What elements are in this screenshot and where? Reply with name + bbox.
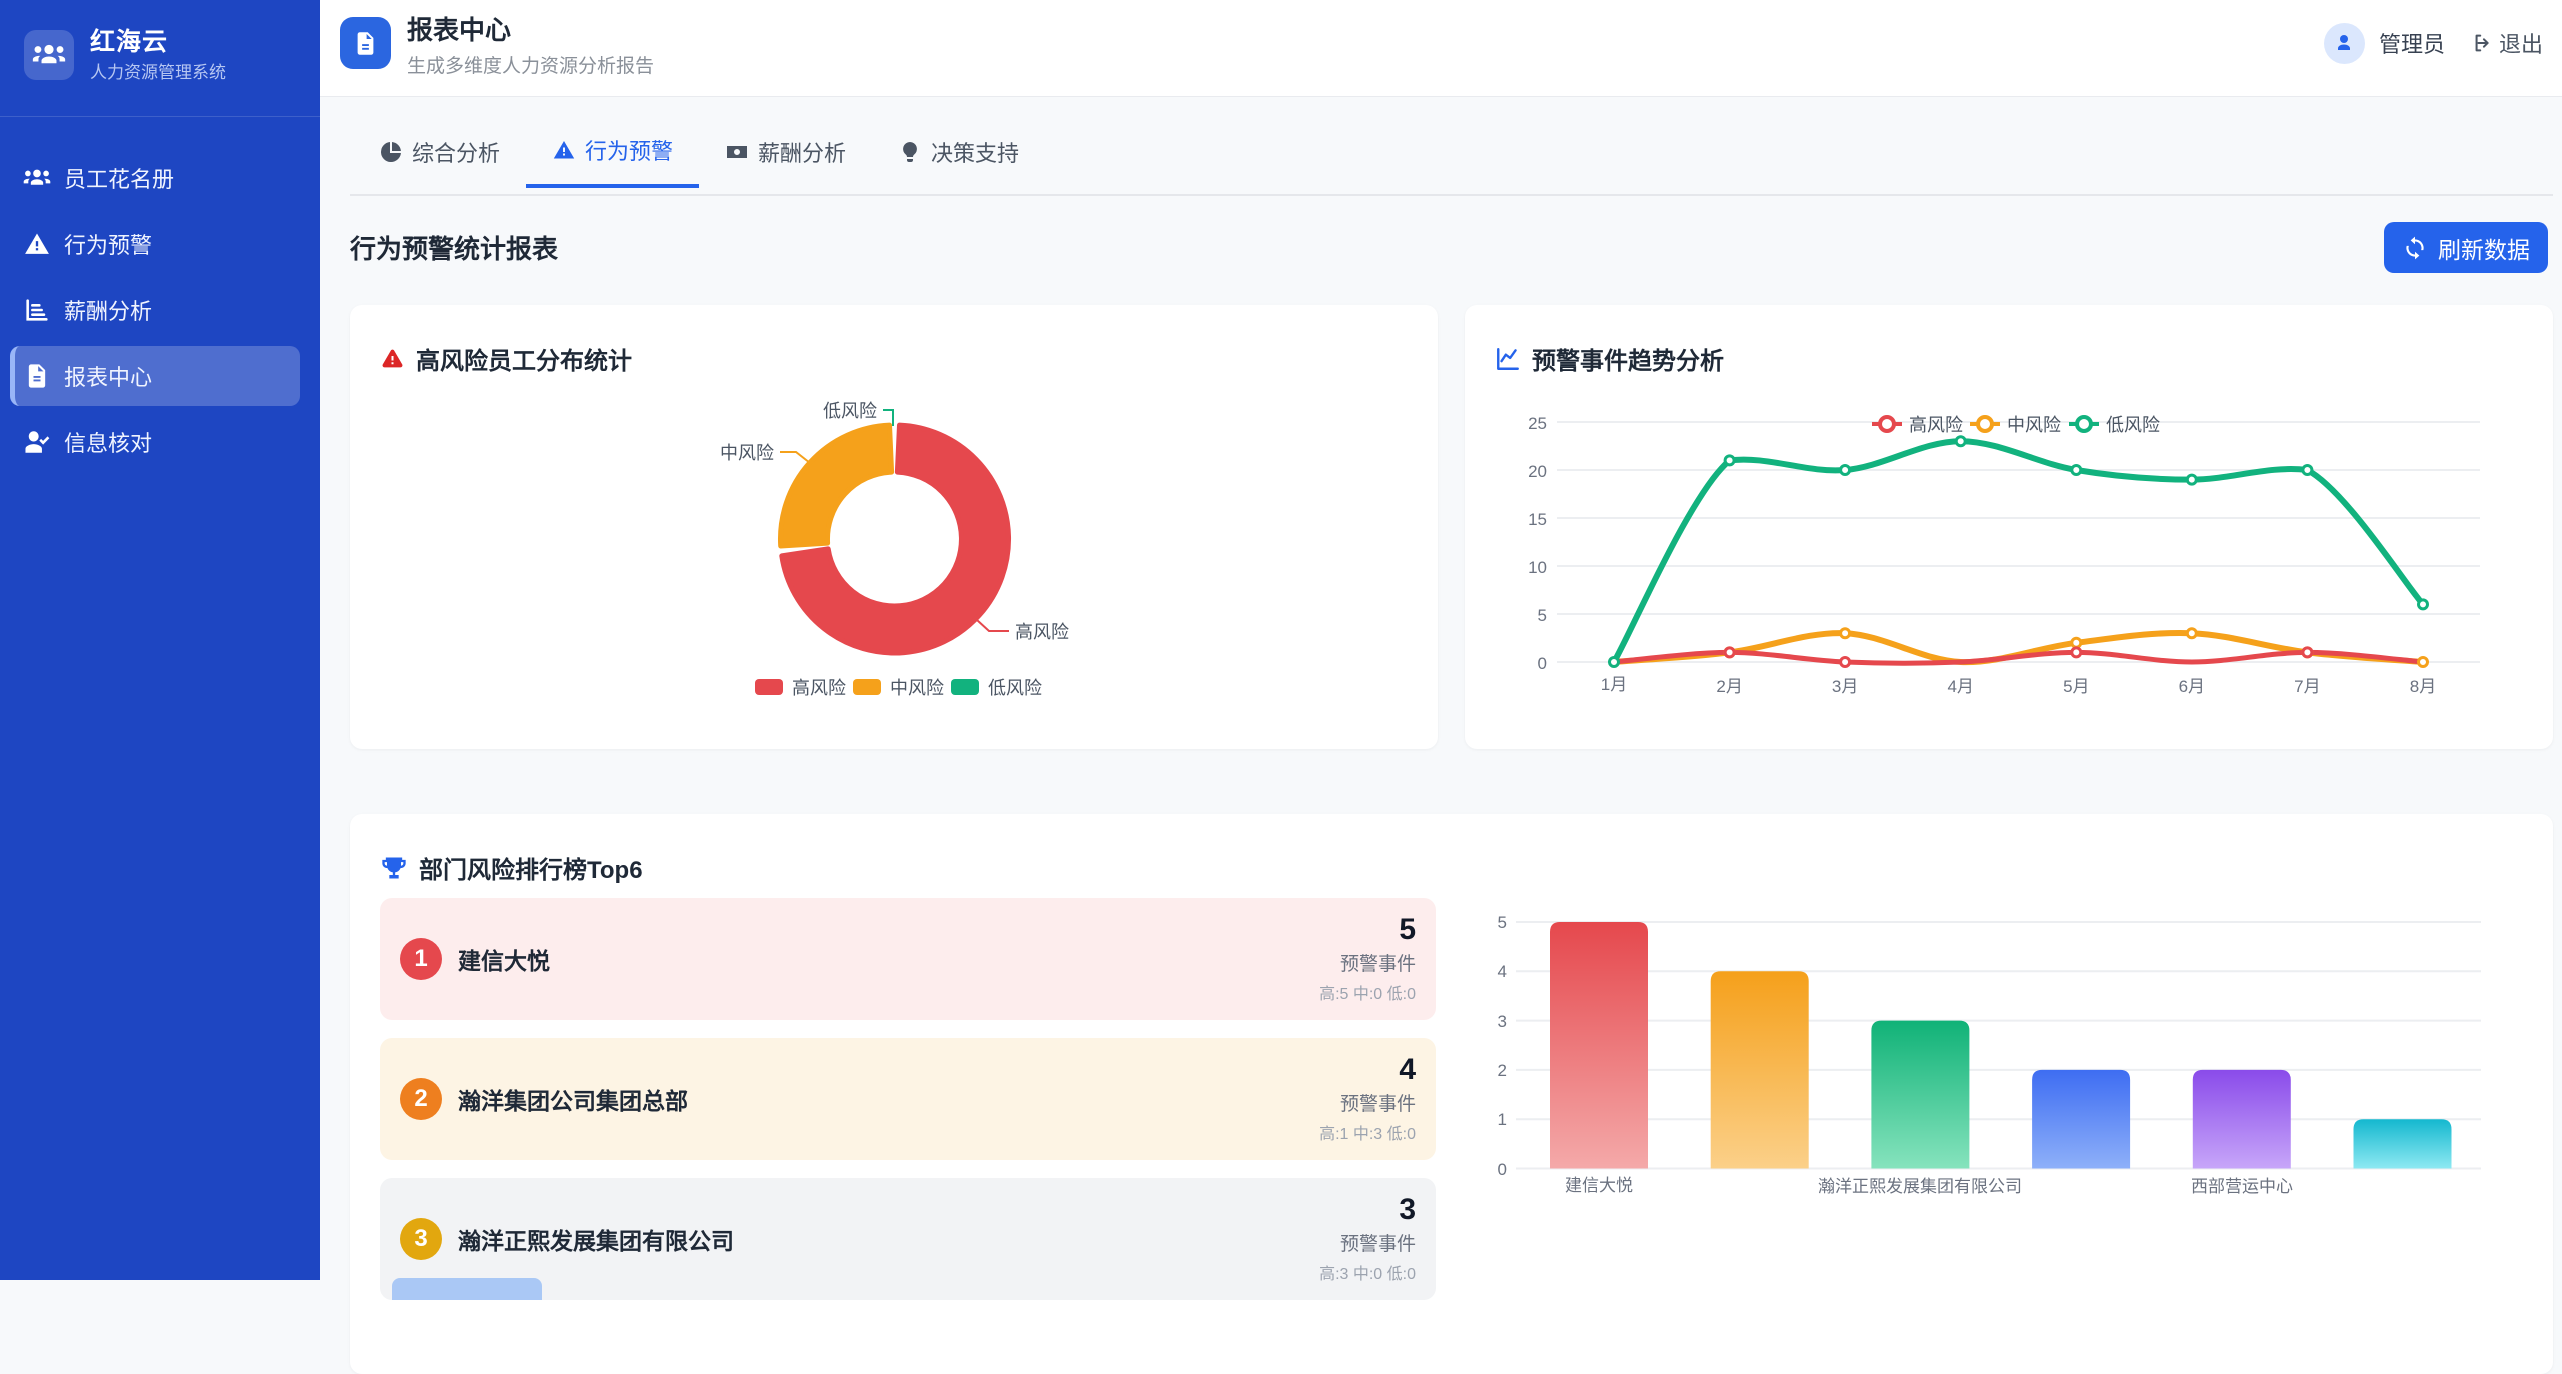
svg-text:5月: 5月 — [2063, 677, 2089, 696]
svg-text:6月: 6月 — [2179, 677, 2205, 696]
svg-text:西部营运中心: 西部营运中心 — [2191, 1177, 2293, 1196]
svg-text:1: 1 — [1498, 1110, 1507, 1129]
svg-text:15: 15 — [1528, 510, 1547, 529]
svg-text:7月: 7月 — [2294, 677, 2320, 696]
svg-text:高风险: 高风险 — [1909, 415, 1963, 435]
svg-text:低风险: 低风险 — [2106, 415, 2160, 435]
svg-text:5: 5 — [1498, 913, 1507, 932]
svg-text:瀚洋正熙发展集团有限公司: 瀚洋正熙发展集团有限公司 — [1818, 1177, 2022, 1196]
svg-text:2月: 2月 — [1716, 677, 1742, 696]
svg-text:25: 25 — [1528, 414, 1547, 433]
svg-text:1月: 1月 — [1601, 675, 1627, 694]
svg-text:中风险: 中风险 — [890, 678, 944, 698]
svg-text:0: 0 — [1498, 1160, 1507, 1179]
svg-text:3月: 3月 — [1832, 677, 1858, 696]
svg-text:低风险: 低风险 — [823, 401, 877, 421]
svg-text:4月: 4月 — [1947, 677, 1973, 696]
svg-text:2: 2 — [1498, 1061, 1507, 1080]
svg-text:10: 10 — [1528, 558, 1547, 577]
svg-text:20: 20 — [1528, 462, 1547, 481]
svg-text:建信大悦: 建信大悦 — [1565, 1176, 1633, 1195]
svg-text:4: 4 — [1498, 962, 1507, 981]
svg-text:中风险: 中风险 — [2007, 415, 2061, 435]
svg-text:0: 0 — [1538, 654, 1547, 673]
svg-text:3: 3 — [1498, 1012, 1507, 1031]
svg-text:高风险: 高风险 — [1015, 622, 1069, 642]
svg-text:高风险: 高风险 — [792, 678, 846, 698]
svg-text:中风险: 中风险 — [720, 443, 774, 463]
svg-text:5: 5 — [1538, 606, 1547, 625]
svg-text:8月: 8月 — [2410, 677, 2436, 696]
svg-text:低风险: 低风险 — [988, 678, 1042, 698]
